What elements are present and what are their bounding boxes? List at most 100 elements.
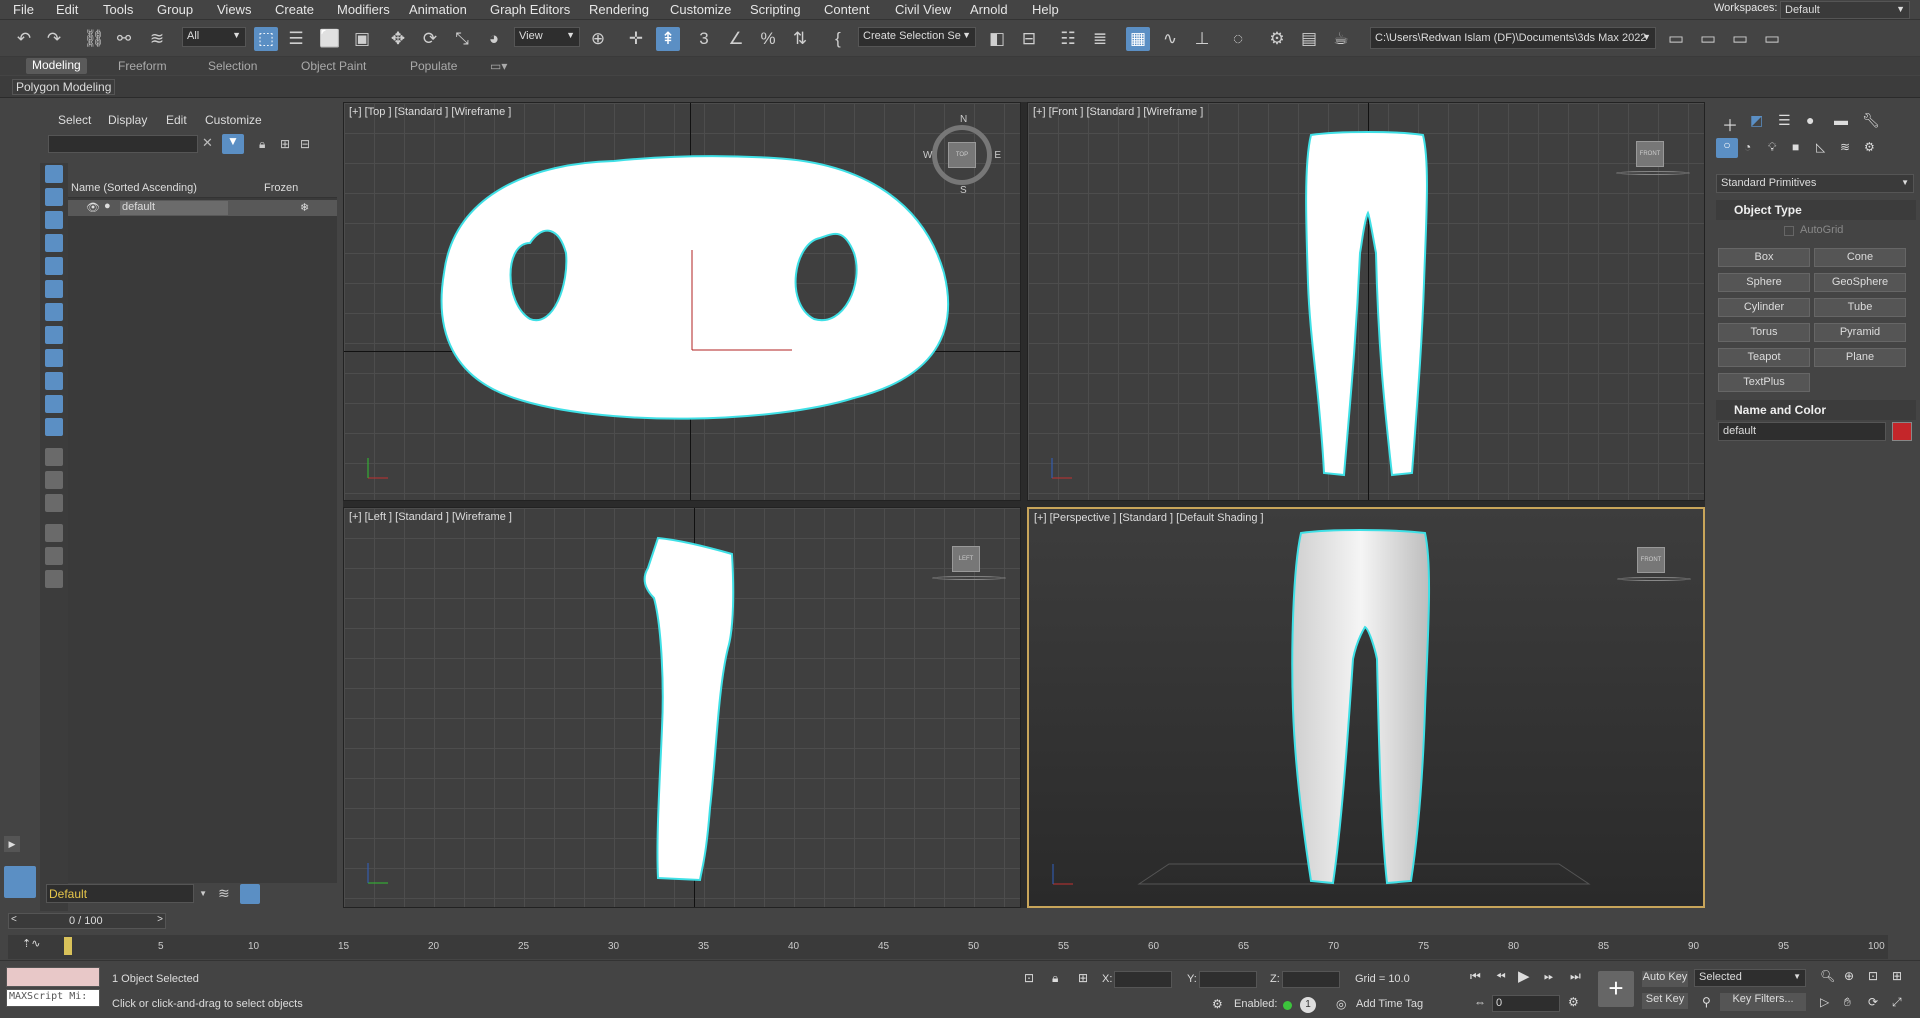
- go-to-start-icon[interactable]: ⏮: [1470, 969, 1481, 984]
- filter-icon[interactable]: ▼: [222, 134, 244, 154]
- category-dropdown[interactable]: Standard Primitives ▼: [1716, 174, 1914, 193]
- maximize-viewport-icon[interactable]: ⤢: [1892, 995, 1902, 1010]
- ribbon-options-icon[interactable]: ▭▾: [490, 59, 507, 73]
- redo-icon[interactable]: ↷: [42, 27, 66, 51]
- unlink-icon[interactable]: ⚯: [112, 27, 136, 51]
- shapes-filter-icon[interactable]: [45, 188, 63, 206]
- scale-icon[interactable]: ⤡: [450, 27, 474, 51]
- display-frozen-icon[interactable]: [45, 448, 63, 466]
- spinner-snap-icon[interactable]: ⇅: [788, 27, 812, 51]
- curve-editor-icon[interactable]: ∿: [1158, 27, 1182, 51]
- field-of-view-icon[interactable]: ▷: [1820, 995, 1829, 1009]
- layer-explorer-icon[interactable]: ≣: [1088, 27, 1112, 51]
- menu-content[interactable]: Content: [824, 2, 870, 17]
- zoom-all-icon[interactable]: ⊕: [1844, 969, 1854, 983]
- viewcube-left[interactable]: LEFT: [952, 546, 980, 572]
- menu-modifiers[interactable]: Modifiers: [337, 2, 390, 17]
- project-path-dropdown[interactable]: C:\Users\Redwan Islam (DF)\Documents\3ds…: [1370, 27, 1656, 49]
- menu-tools[interactable]: Tools: [103, 2, 133, 17]
- teapot-button[interactable]: Teapot: [1718, 348, 1810, 367]
- time-marker[interactable]: [64, 937, 72, 955]
- window-crossing-icon[interactable]: ▣: [350, 27, 374, 51]
- clear-icon[interactable]: ✕: [202, 135, 213, 151]
- rendered-frame-window-icon[interactable]: ▤: [1297, 27, 1321, 51]
- menu-civil-view[interactable]: Civil View: [895, 2, 951, 17]
- menu-file[interactable]: File: [13, 2, 34, 17]
- go-to-end-icon[interactable]: ⏭: [1570, 969, 1581, 984]
- pyramid-button[interactable]: Pyramid: [1814, 323, 1906, 342]
- x-coordinate-input[interactable]: [1114, 971, 1172, 988]
- render-production-icon[interactable]: ☕: [1329, 27, 1353, 51]
- helpers-filter-icon[interactable]: [45, 257, 63, 275]
- y-coordinate-input[interactable]: [1199, 971, 1257, 988]
- display-tab-icon[interactable]: ▬: [1834, 112, 1848, 128]
- helpers-icon[interactable]: ◺: [1816, 140, 1825, 154]
- set-key-button[interactable]: Set Key: [1642, 993, 1688, 1009]
- cameras-filter-icon[interactable]: [45, 234, 63, 252]
- maxscript-mini-input[interactable]: MAXScript Mi:: [6, 989, 100, 1007]
- tab-object-paint[interactable]: Object Paint: [301, 59, 366, 73]
- bones-filter-icon[interactable]: [45, 349, 63, 367]
- scene-menu-select[interactable]: Select: [58, 113, 91, 127]
- schematic-view-icon[interactable]: ⊥: [1190, 27, 1214, 51]
- project-config-icon[interactable]: ▭: [1760, 27, 1784, 51]
- name-color-rollout[interactable]: Name and Color: [1716, 400, 1916, 420]
- row-name[interactable]: default: [120, 201, 228, 215]
- xrefs-filter-icon[interactable]: [45, 326, 63, 344]
- layer-dropdown[interactable]: Default ▼: [46, 884, 207, 903]
- modify-tab-icon[interactable]: ◩: [1750, 112, 1763, 129]
- display-hidden-icon[interactable]: [45, 418, 63, 436]
- adaptive-degradation-icon[interactable]: ⚙: [1212, 997, 1223, 1011]
- menu-create[interactable]: Create: [275, 2, 314, 17]
- layer-view-icon[interactable]: ⊟: [300, 137, 310, 151]
- key-filter-icon[interactable]: ⚲: [1702, 995, 1711, 1009]
- menu-customize[interactable]: Customize: [670, 2, 731, 17]
- hierarchy-icon[interactable]: ⊞: [280, 137, 290, 151]
- expand-panel-icon[interactable]: ▶: [4, 836, 20, 852]
- compass-north[interactable]: N: [960, 114, 967, 125]
- viewport-perspective[interactable]: [+] [Perspective ] [Standard ] [Default …: [1027, 507, 1705, 908]
- particles-filter-icon[interactable]: [45, 395, 63, 413]
- viewport-left[interactable]: [+] [Left ] [Standard ] [Wireframe ] LEF…: [343, 507, 1021, 908]
- scene-explorer-icon[interactable]: ☷: [1056, 27, 1080, 51]
- geosphere-button[interactable]: GeoSphere: [1814, 273, 1906, 292]
- scene-search-input[interactable]: [48, 135, 198, 153]
- previous-frame-icon[interactable]: ⏪︎: [1496, 969, 1506, 984]
- absolute-mode-icon[interactable]: ⊞: [1078, 971, 1088, 985]
- selection-lock-icon[interactable]: 🔒︎: [1052, 971, 1058, 986]
- autogrid-checkbox[interactable]: [1784, 226, 1794, 236]
- textplus-button[interactable]: TextPlus: [1718, 373, 1810, 392]
- maxscript-listener[interactable]: [6, 967, 100, 987]
- column-header-frozen[interactable]: Frozen: [264, 182, 298, 194]
- plane-button[interactable]: Plane: [1814, 348, 1906, 367]
- menu-animation[interactable]: Animation: [409, 2, 467, 17]
- bind-spacewarp-icon[interactable]: ≋: [145, 27, 169, 51]
- invert-icon[interactable]: [45, 547, 63, 565]
- reference-coord-dropdown[interactable]: View ▼: [514, 27, 580, 47]
- spacewarps-icon[interactable]: ≋: [1840, 140, 1850, 154]
- angle-snap-icon[interactable]: ∠: [724, 27, 748, 51]
- pan-icon[interactable]: ✋︎: [1844, 995, 1851, 1010]
- object-name-input[interactable]: default: [1718, 422, 1886, 441]
- time-slider[interactable]: < 0 / 100 >: [8, 913, 166, 929]
- spacewarps-filter-icon[interactable]: [45, 280, 63, 298]
- add-time-tag[interactable]: Add Time Tag: [1356, 998, 1423, 1010]
- mirror-icon[interactable]: ◧: [985, 27, 1009, 51]
- layer-manager-icon[interactable]: [240, 884, 260, 904]
- project-folder-icon[interactable]: ▭: [1664, 27, 1688, 51]
- project-create-icon[interactable]: ▭: [1728, 27, 1752, 51]
- compass-east[interactable]: E: [994, 150, 1001, 161]
- shapes-icon[interactable]: ◔: [1744, 140, 1751, 154]
- viewport-front[interactable]: [+] [Front ] [Standard ] [Wireframe ] FR…: [1027, 102, 1705, 501]
- time-tag-icon[interactable]: ◎: [1336, 997, 1346, 1011]
- toggle-all-icon[interactable]: [45, 524, 63, 542]
- box-button[interactable]: Box: [1718, 248, 1810, 267]
- viewport-layout-icon[interactable]: [4, 866, 36, 898]
- motion-tab-icon[interactable]: ●: [1806, 112, 1814, 128]
- lights-icon[interactable]: 💡︎: [1768, 140, 1776, 155]
- tube-button[interactable]: Tube: [1814, 298, 1906, 317]
- time-prev-icon[interactable]: <: [11, 914, 17, 925]
- menu-scripting[interactable]: Scripting: [750, 2, 801, 17]
- object-type-rollout[interactable]: Object Type: [1716, 200, 1916, 220]
- next-frame-icon[interactable]: ⏩︎: [1544, 969, 1554, 984]
